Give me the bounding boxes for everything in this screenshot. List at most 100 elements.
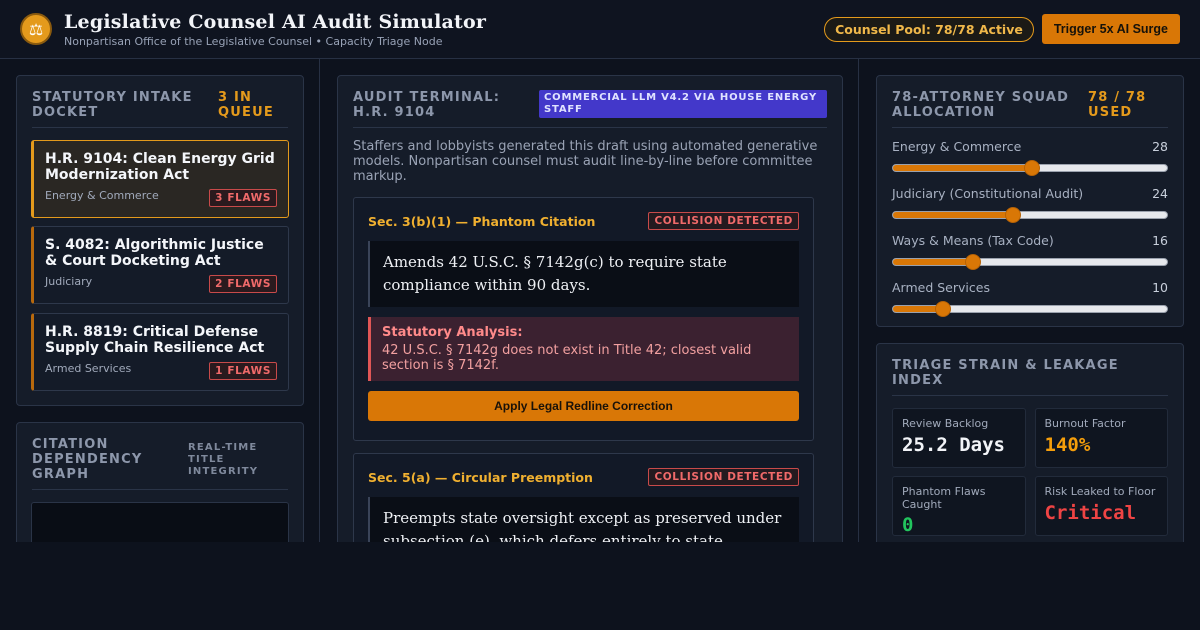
metric-phantom-flaws: Phantom Flaws Caught 0 — [892, 476, 1026, 536]
empty-footer-area — [0, 542, 1200, 630]
docket-bill-item[interactable]: H.R. 8819: Critical Defense Supply Chain… — [31, 313, 289, 391]
allocation-slider[interactable] — [892, 301, 1168, 317]
allocation-row: Judiciary (Constitutional Audit) 24 — [892, 186, 1168, 223]
issue-header: Sec. 3(b)(1) — Phantom Citation COLLISIO… — [368, 212, 799, 230]
allocation-value: 24 — [1152, 186, 1168, 201]
trigger-surge-button[interactable]: Trigger 5x AI Surge — [1041, 14, 1180, 44]
collision-badge: COLLISION DETECTED — [648, 212, 799, 230]
issue-title: Sec. 3(b)(1) — Phantom Citation — [368, 213, 596, 229]
audit-issue-card: Sec. 5(a) — Circular Preemption COLLISIO… — [353, 453, 814, 542]
docket-bill-item[interactable]: S. 4082: Algorithmic Justice & Court Doc… — [31, 226, 289, 304]
flaw-count-badge: 1 FLAWS — [209, 362, 277, 380]
left-column: Statutory Intake Docket 3 in queue H.R. … — [0, 59, 320, 542]
statutory-analysis: Statutory Analysis: 42 U.S.C. § 7142g do… — [368, 317, 799, 381]
main-body: Statutory Intake Docket 3 in queue H.R. … — [0, 59, 1200, 542]
slider-thumb[interactable] — [964, 254, 981, 270]
bill-meta: Armed Services 1 FLAWS — [45, 362, 277, 380]
allocation-label: Judiciary (Constitutional Audit) — [892, 186, 1084, 201]
flaw-count-badge: 3 FLAWS — [209, 189, 277, 207]
allocation-row: Ways & Means (Tax Code) 16 — [892, 233, 1168, 270]
counsel-pool-badge: Counsel Pool: 78/78 Active — [824, 16, 1034, 42]
docket-count: 3 in queue — [218, 90, 274, 120]
terminal-description: Staffers and lobbyists generated this dr… — [353, 139, 818, 184]
bill-meta: Energy & Commerce 3 FLAWS — [45, 189, 277, 207]
terminal-title: Audit Terminal: H.R. 9104 — [353, 90, 501, 120]
citation-graph-panel: Citation Dependency Graph Real-time titl… — [16, 422, 304, 542]
intake-docket-panel: Statutory Intake Docket 3 in queue H.R. … — [16, 75, 304, 406]
metric-value: 25.2 Days — [902, 434, 1005, 456]
scales-icon: ⚖ — [20, 13, 52, 45]
metric-label: Phantom Flaws Caught — [902, 485, 986, 511]
issue-header: Sec. 5(a) — Circular Preemption COLLISIO… — [368, 468, 799, 486]
citation-graph-canvas[interactable] — [31, 502, 289, 542]
triage-header: Triage Strain & Leakage Index — [892, 358, 1168, 396]
graph-title: Citation Dependency Graph — [32, 437, 143, 482]
bill-committee: Energy & Commerce — [45, 189, 159, 202]
collision-badge: COLLISION DETECTED — [648, 468, 799, 486]
allocation-label-row: Armed Services 10 — [892, 280, 1168, 295]
metric-label: Burnout Factor — [1044, 417, 1126, 430]
terminal-header: Audit Terminal: H.R. 9104 Commercial LLM… — [353, 90, 827, 128]
clause-text: Amends 42 U.S.C. § 7142g(c) to require s… — [368, 241, 799, 307]
clause-text: Preempts state oversight except as prese… — [368, 497, 799, 542]
middle-column: Audit Terminal: H.R. 9104 Commercial LLM… — [321, 59, 859, 542]
allocation-list: Energy & Commerce 28 Judiciary (Constitu… — [892, 139, 1168, 317]
slider-fill — [893, 165, 1033, 171]
right-column: 78-Attorney Squad Allocation 78 / 78 use… — [860, 59, 1200, 542]
metric-label: Risk Leaked to Floor — [1044, 485, 1156, 498]
allocation-value: 16 — [1152, 233, 1168, 248]
slider-fill — [893, 259, 973, 265]
allocation-row: Energy & Commerce 28 — [892, 139, 1168, 176]
allocation-label-row: Ways & Means (Tax Code) 16 — [892, 233, 1168, 248]
bill-committee: Armed Services — [45, 362, 132, 375]
title-block: Legislative Counsel AI Audit Simulator N… — [64, 11, 486, 48]
bill-title: H.R. 9104: Clean Energy Grid Modernizati… — [45, 151, 275, 183]
audit-issue-card: Sec. 3(b)(1) — Phantom Citation COLLISIO… — [353, 197, 814, 441]
allocation-label-row: Energy & Commerce 28 — [892, 139, 1168, 154]
slider-thumb[interactable] — [1004, 207, 1021, 223]
metric-value: 140% — [1044, 434, 1091, 456]
triage-title: Triage Strain & Leakage Index — [892, 358, 1119, 388]
analysis-text: 42 U.S.C. § 7142g does not exist in Titl… — [382, 343, 752, 373]
app-header: ⚖ Legislative Counsel AI Audit Simulator… — [0, 0, 1200, 59]
bill-title: S. 4082: Algorithmic Justice & Court Doc… — [45, 237, 264, 269]
allocation-title: 78-Attorney Squad Allocation — [892, 90, 1070, 120]
graph-header: Citation Dependency Graph Real-time titl… — [32, 437, 288, 490]
graph-subtitle: Real-time title integrity — [188, 442, 259, 477]
squad-allocation-panel: 78-Attorney Squad Allocation 78 / 78 use… — [876, 75, 1184, 327]
bill-meta: Judiciary 2 FLAWS — [45, 275, 277, 293]
allocation-header: 78-Attorney Squad Allocation 78 / 78 use… — [892, 90, 1168, 128]
allocation-row: Armed Services 10 — [892, 280, 1168, 317]
slider-thumb[interactable] — [934, 301, 951, 317]
allocation-label: Armed Services — [892, 280, 990, 295]
slider-fill — [893, 212, 1013, 218]
allocation-value: 10 — [1152, 280, 1168, 295]
allocation-value: 28 — [1152, 139, 1168, 154]
metric-value: 0 — [902, 514, 914, 536]
metric-label: Review Backlog — [902, 417, 989, 430]
docket-bill-item[interactable]: H.R. 9104: Clean Energy Grid Modernizati… — [31, 140, 289, 218]
apply-redline-button[interactable]: Apply Legal Redline Correction — [368, 391, 799, 421]
allocation-slider[interactable] — [892, 207, 1168, 223]
model-source-badge: Commercial LLM v4.2 via House Energy Sta… — [539, 90, 827, 118]
allocation-label: Ways & Means (Tax Code) — [892, 233, 1054, 248]
issue-title: Sec. 5(a) — Circular Preemption — [368, 469, 593, 485]
metric-review-backlog: Review Backlog 25.2 Days — [892, 408, 1026, 468]
allocation-slider[interactable] — [892, 160, 1168, 176]
metrics-grid: Review Backlog 25.2 Days Burnout Factor … — [892, 408, 1168, 536]
bill-committee: Judiciary — [45, 275, 93, 288]
slider-thumb[interactable] — [1024, 160, 1041, 176]
metric-value: Critical — [1044, 502, 1137, 524]
header-actions: Counsel Pool: 78/78 Active Trigger 5x AI… — [824, 14, 1180, 44]
docket-title: Statutory Intake Docket — [32, 90, 193, 120]
app-root: ⚖ Legislative Counsel AI Audit Simulator… — [0, 0, 1200, 630]
audit-terminal-panel: Audit Terminal: H.R. 9104 Commercial LLM… — [337, 75, 843, 542]
allocation-count: 78 / 78 used — [1088, 90, 1147, 120]
app-title: Legislative Counsel AI Audit Simulator — [64, 10, 487, 33]
allocation-slider[interactable] — [892, 254, 1168, 270]
app-subtitle: Nonpartisan Office of the Legislative Co… — [64, 34, 443, 48]
bill-title: H.R. 8819: Critical Defense Supply Chain… — [45, 324, 265, 356]
metric-burnout-factor: Burnout Factor 140% — [1034, 408, 1168, 468]
analysis-label: Statutory Analysis: — [382, 325, 523, 340]
triage-strain-panel: Triage Strain & Leakage Index Review Bac… — [876, 343, 1184, 542]
